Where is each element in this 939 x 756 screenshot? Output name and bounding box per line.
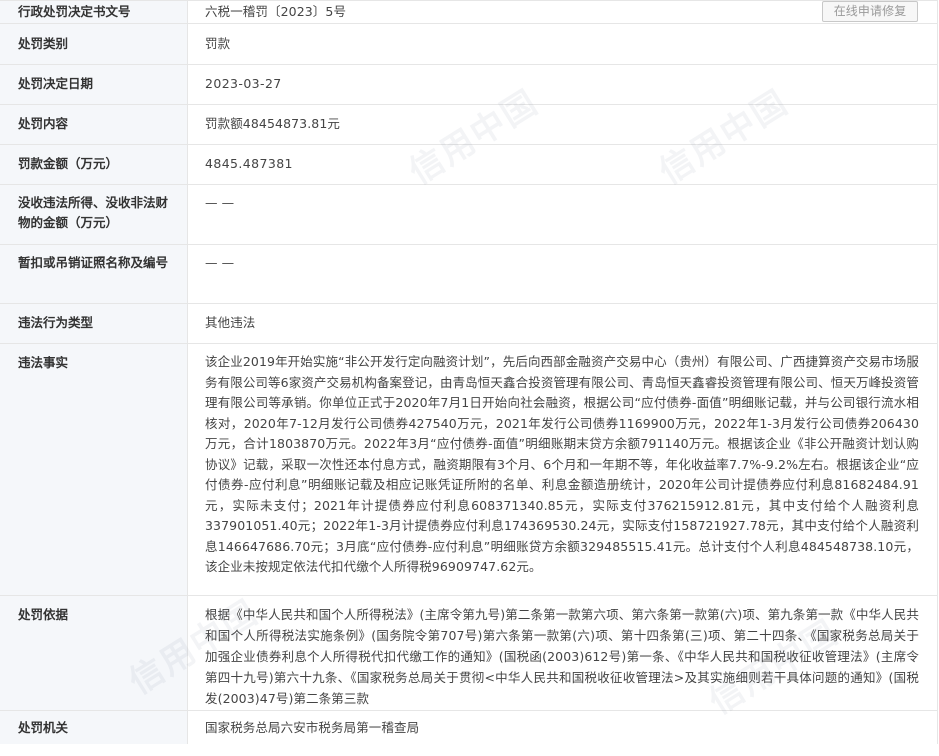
row-confiscation-amount: 没收违法所得、没收非法财物的金额（万元） — — bbox=[0, 185, 937, 245]
label-document-number: 行政处罚决定书文号 bbox=[0, 1, 188, 23]
row-violation-type: 违法行为类型 其他违法 bbox=[0, 304, 937, 344]
label-license-suspension: 暂扣或吊销证照名称及编号 bbox=[0, 245, 188, 303]
row-penalty-basis: 处罚依据 根据《中华人民共和国个人所得税法》(主席令第九号)第二条第一款第六项、… bbox=[0, 596, 937, 711]
label-confiscation-amount: 没收违法所得、没收非法财物的金额（万元） bbox=[0, 185, 188, 244]
penalty-detail-table: 行政处罚决定书文号 六税一稽罚〔2023〕5号 在线申请修复 处罚类别 罚款 处… bbox=[0, 0, 938, 744]
row-violation-facts: 违法事实 该企业2019年开始实施“非公开发行定向融资计划”，先后向西部金融资产… bbox=[0, 344, 937, 596]
row-document-number: 行政处罚决定书文号 六税一稽罚〔2023〕5号 在线申请修复 bbox=[0, 1, 937, 24]
row-decision-date: 处罚决定日期 2023-03-27 bbox=[0, 65, 937, 105]
document-number-text: 六税一稽罚〔2023〕5号 bbox=[205, 4, 347, 19]
value-penalty-content: 罚款额48454873.81元 bbox=[205, 116, 341, 131]
row-license-suspension: 暂扣或吊销证照名称及编号 — — bbox=[0, 245, 937, 304]
value-penalty-category: 罚款 bbox=[205, 36, 231, 51]
label-decision-date: 处罚决定日期 bbox=[0, 65, 188, 104]
label-penalty-authority: 处罚机关 bbox=[0, 711, 188, 744]
label-penalty-content: 处罚内容 bbox=[0, 105, 188, 144]
row-penalty-authority: 处罚机关 国家税务总局六安市税务局第一稽查局 bbox=[0, 711, 937, 744]
value-confiscation-amount: — — bbox=[205, 195, 235, 210]
label-penalty-basis: 处罚依据 bbox=[0, 596, 188, 710]
value-license-suspension: — — bbox=[205, 255, 235, 270]
value-document-number: 六税一稽罚〔2023〕5号 在线申请修复 bbox=[188, 1, 937, 23]
value-violation-facts: 该企业2019年开始实施“非公开发行定向融资计划”，先后向西部金融资产交易中心（… bbox=[205, 354, 919, 574]
value-fine-amount: 4845.487381 bbox=[205, 156, 293, 171]
value-penalty-basis: 根据《中华人民共和国个人所得税法》(主席令第九号)第二条第一款第六项、第六条第一… bbox=[205, 607, 919, 706]
value-violation-type: 其他违法 bbox=[205, 315, 256, 330]
label-violation-facts: 违法事实 bbox=[0, 344, 188, 595]
row-penalty-content: 处罚内容 罚款额48454873.81元 bbox=[0, 105, 937, 145]
label-fine-amount: 罚款金额（万元） bbox=[0, 145, 188, 184]
repair-request-button[interactable]: 在线申请修复 bbox=[822, 1, 918, 22]
value-penalty-authority: 国家税务总局六安市税务局第一稽查局 bbox=[205, 720, 420, 735]
row-penalty-category: 处罚类别 罚款 bbox=[0, 24, 937, 65]
label-violation-type: 违法行为类型 bbox=[0, 304, 188, 343]
value-decision-date: 2023-03-27 bbox=[205, 76, 282, 91]
row-fine-amount: 罚款金额（万元） 4845.487381 bbox=[0, 145, 937, 185]
label-penalty-category: 处罚类别 bbox=[0, 24, 188, 64]
